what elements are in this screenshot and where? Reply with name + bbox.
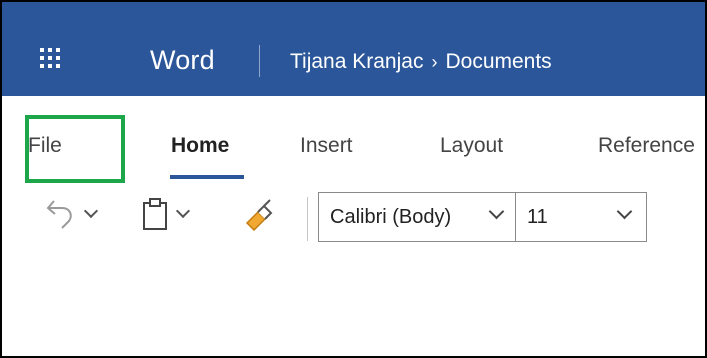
font-size-value: 11 (527, 206, 548, 228)
breadcrumb: Tijana Kranjac › Documents (290, 49, 552, 75)
app-launcher-icon[interactable] (40, 48, 62, 70)
chevron-down-icon[interactable] (616, 203, 633, 220)
breadcrumb-chevron-icon: › (431, 52, 438, 72)
file-tab-highlight (25, 115, 125, 183)
format-painter-button[interactable] (242, 196, 276, 232)
paste-button[interactable] (140, 196, 191, 232)
chevron-down-icon[interactable] (488, 203, 505, 220)
active-tab-indicator (170, 175, 244, 179)
tab-layout[interactable]: Layout (440, 133, 503, 159)
undo-icon (46, 200, 72, 229)
tab-references[interactable]: Reference (598, 133, 695, 159)
breadcrumb-owner[interactable]: Tijana Kranjac (290, 49, 423, 75)
chevron-down-icon[interactable] (175, 203, 191, 219)
breadcrumb-documents[interactable]: Documents (445, 49, 551, 75)
chevron-down-icon[interactable] (83, 203, 99, 219)
font-size-dropdown[interactable]: 11 (515, 192, 647, 242)
font-name-value: Calibri (Body) (330, 206, 452, 228)
title-divider (259, 45, 260, 77)
clipboard-icon (143, 198, 167, 230)
undo-button[interactable] (44, 196, 99, 232)
app-name[interactable]: Word (150, 44, 215, 76)
title-bar: Word Tijana Kranjac › Documents (2, 2, 705, 96)
tab-insert[interactable]: Insert (300, 133, 353, 159)
format-painter-icon (245, 199, 273, 231)
toolbar-divider (307, 197, 308, 241)
tab-home[interactable]: Home (171, 133, 229, 159)
font-name-dropdown[interactable]: Calibri (Body) (318, 192, 516, 242)
word-window: Word Tijana Kranjac › Documents File Hom… (0, 0, 707, 358)
